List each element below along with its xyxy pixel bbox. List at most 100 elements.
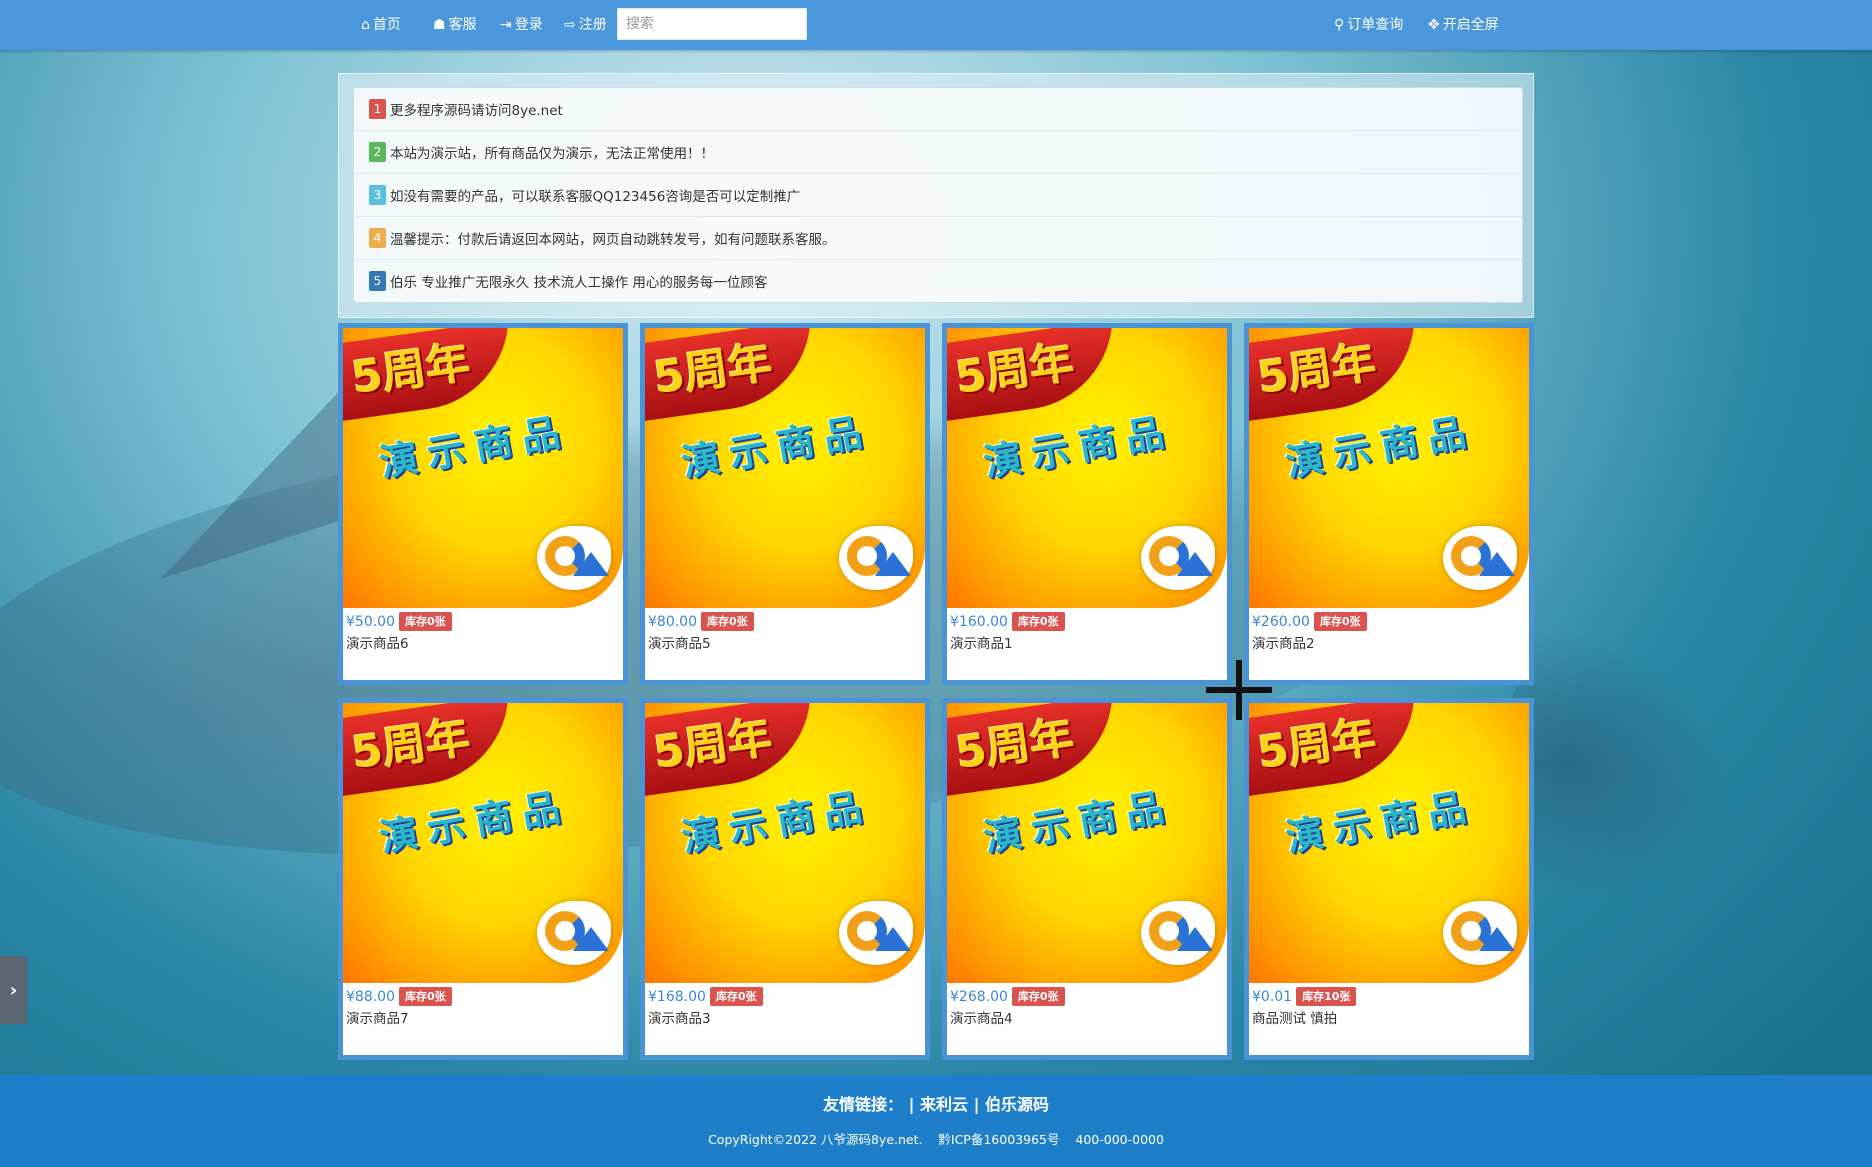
friend-link-2[interactable]: 伯乐源码	[985, 1095, 1049, 1114]
side-panel-toggle[interactable]: ›	[0, 956, 27, 1024]
product-name[interactable]: 演示商品7	[346, 1007, 409, 1027]
price-line: ¥88.00 库存0张	[346, 987, 452, 1006]
nav-order-query[interactable]: ⚲ 订单查询	[1334, 0, 1403, 50]
friend-link-1[interactable]: 来利云	[920, 1095, 968, 1114]
tencent-game-logo-icon	[537, 526, 611, 590]
top-navbar: ⌂ 首页 ☗ 客服 ⇥ 登录 ⇨ 注册 ⚲ 订单查询 ✥ 开启全屏	[0, 0, 1872, 50]
product-image[interactable]: 5周年 演示商品	[645, 328, 925, 608]
product-name[interactable]: 商品测试 慎拍	[1252, 1007, 1337, 1027]
notice-number-badge: 2	[369, 142, 386, 162]
nav-service-label: 客服	[448, 17, 477, 33]
price-line: ¥168.00 库存0张	[648, 987, 763, 1006]
product-price: ¥80.00	[648, 613, 697, 630]
stock-badge: 库存0张	[709, 987, 763, 1006]
cursor-crosshair	[1206, 687, 1272, 693]
price-line: ¥268.00 库存0张	[950, 987, 1065, 1006]
product-name[interactable]: 演示商品5	[648, 632, 711, 652]
product-card[interactable]: 5周年 演示商品 ¥50.00 库存0张 演示商品6	[338, 323, 628, 685]
product-price: ¥160.00	[950, 613, 1008, 630]
notice-text: 如没有需要的产品，可以联系客服QQ123456咨询是否可以定制推广	[390, 189, 801, 205]
notice-number-badge: 4	[369, 228, 386, 248]
price-line: ¥160.00 库存0张	[950, 612, 1065, 631]
notice-number-badge: 1	[369, 99, 386, 119]
product-card[interactable]: 5周年 演示商品 ¥168.00 库存0张 演示商品3	[640, 698, 930, 1060]
nav-home[interactable]: ⌂ 首页	[361, 0, 401, 50]
sign-in-icon: ⇥	[500, 17, 512, 33]
image-demo-text: 演示商品	[1282, 783, 1479, 861]
tencent-game-logo-icon	[537, 901, 611, 965]
image-demo-text: 演示商品	[376, 783, 573, 861]
product-name[interactable]: 演示商品1	[950, 632, 1013, 652]
image-demo-text: 演示商品	[678, 408, 875, 486]
tencent-game-logo-icon	[1141, 526, 1215, 590]
stock-badge: 库存0张	[399, 987, 452, 1006]
tencent-game-logo-icon	[1443, 901, 1517, 965]
nav-fullscreen[interactable]: ✥ 开启全屏	[1428, 0, 1499, 50]
product-name[interactable]: 演示商品3	[648, 1007, 711, 1027]
search-input[interactable]	[617, 8, 807, 40]
notice-number-badge: 5	[369, 271, 386, 291]
sign-out-icon: ⇨	[564, 17, 576, 33]
notice-item: 2 本站为演示站，所有商品仅为演示，无法正常使用！！	[354, 131, 1522, 174]
product-grid: 5周年 演示商品 ¥50.00 库存0张 演示商品6 5周年 演示商品 ¥80.00 库存0张演…	[338, 323, 1534, 1061]
nav-fullscreen-label: 开启全屏	[1442, 17, 1499, 33]
product-price: ¥50.00	[346, 613, 395, 630]
product-image[interactable]: 5周年 演示商品	[343, 328, 623, 608]
stock-badge: 库存10张	[1296, 987, 1357, 1006]
friend-links: 友情链接： | 来利云 | 伯乐源码	[822, 1095, 1050, 1114]
nav-home-label: 首页	[372, 17, 401, 33]
product-card[interactable]: 5周年 演示商品 ¥0.01 库存10张 商品测试 慎拍	[1244, 698, 1534, 1060]
tencent-game-logo-icon	[839, 901, 913, 965]
product-name[interactable]: 演示商品4	[950, 1007, 1013, 1027]
price-line: ¥80.00 库存0张	[648, 612, 754, 631]
product-price: ¥260.00	[1252, 613, 1310, 630]
product-image[interactable]: 5周年 演示商品	[343, 703, 623, 983]
product-card[interactable]: 5周年 演示商品 ¥88.00 库存0张 演示商品7	[338, 698, 628, 1060]
stock-badge: 库存0张	[701, 612, 754, 631]
notice-number-badge: 3	[369, 185, 386, 205]
product-price: ¥268.00	[950, 988, 1008, 1005]
notice-item: 5 伯乐 专业推广无限永久 技术流人工操作 用心的服务每一位顾客	[354, 260, 1522, 302]
bell-icon: ☗	[433, 17, 446, 33]
image-demo-text: 演示商品	[980, 783, 1177, 861]
price-line: ¥260.00 库存0张	[1252, 612, 1367, 631]
product-image[interactable]: 5周年 演示商品	[1249, 703, 1529, 983]
product-card[interactable]: 5周年 演示商品 ¥80.00 库存0张 演示商品5	[640, 323, 930, 685]
stock-badge: 库存0张	[399, 612, 452, 631]
price-line: ¥0.01 库存10张	[1252, 987, 1357, 1006]
chevron-right-icon: ›	[9, 979, 18, 1001]
nav-register[interactable]: ⇨ 注册	[564, 0, 607, 50]
product-price: ¥88.00	[346, 988, 395, 1005]
copyright-line: CopyRight©2022 八爷源码8ye.net. 黔ICP备1600396…	[0, 1129, 1872, 1148]
notice-item: 1 更多程序源码请访问8ye.net	[354, 88, 1522, 131]
stock-badge: 库存0张	[1313, 612, 1367, 631]
image-demo-text: 演示商品	[1282, 408, 1479, 486]
tencent-game-logo-icon	[1141, 901, 1215, 965]
stock-badge: 库存0张	[1011, 987, 1065, 1006]
product-image[interactable]: 5周年 演示商品	[947, 328, 1227, 608]
nav-service[interactable]: ☗ 客服	[433, 0, 477, 50]
product-card[interactable]: 5周年 演示商品 ¥260.00 库存0张 演示商品2	[1244, 323, 1534, 685]
nav-register-label: 注册	[578, 17, 607, 33]
nav-login-label: 登录	[514, 17, 543, 33]
notice-text: 本站为演示站，所有商品仅为演示，无法正常使用！！	[390, 146, 714, 162]
footer: 友情链接： | 来利云 | 伯乐源码 CopyRight©2022 八爷源码8y…	[0, 1075, 1872, 1167]
product-name[interactable]: 演示商品6	[346, 632, 409, 652]
product-price: ¥0.01	[1252, 988, 1293, 1005]
product-name[interactable]: 演示商品2	[1252, 632, 1315, 652]
icp-number[interactable]: 黔ICP备16003965号	[938, 1132, 1059, 1147]
product-price: ¥168.00	[648, 988, 706, 1005]
phone-number: 400-000-0000	[1075, 1132, 1164, 1147]
notice-list: 1 更多程序源码请访问8ye.net 2 本站为演示站，所有商品仅为演示，无法正…	[353, 87, 1523, 303]
image-demo-text: 演示商品	[376, 408, 573, 486]
product-image[interactable]: 5周年 演示商品	[947, 703, 1227, 983]
home-icon: ⌂	[361, 17, 370, 33]
friend-links-label: 友情链接：	[822, 1095, 903, 1114]
nav-login[interactable]: ⇥ 登录	[500, 0, 543, 50]
stock-badge: 库存0张	[1011, 612, 1065, 631]
notice-panel: 1 更多程序源码请访问8ye.net 2 本站为演示站，所有商品仅为演示，无法正…	[338, 73, 1534, 318]
product-card[interactable]: 5周年 演示商品 ¥268.00 库存0张 演示商品4	[942, 698, 1232, 1060]
product-card[interactable]: 5周年 演示商品 ¥160.00 库存0张 演示商品1	[942, 323, 1232, 685]
product-image[interactable]: 5周年 演示商品	[645, 703, 925, 983]
product-image[interactable]: 5周年 演示商品	[1249, 328, 1529, 608]
